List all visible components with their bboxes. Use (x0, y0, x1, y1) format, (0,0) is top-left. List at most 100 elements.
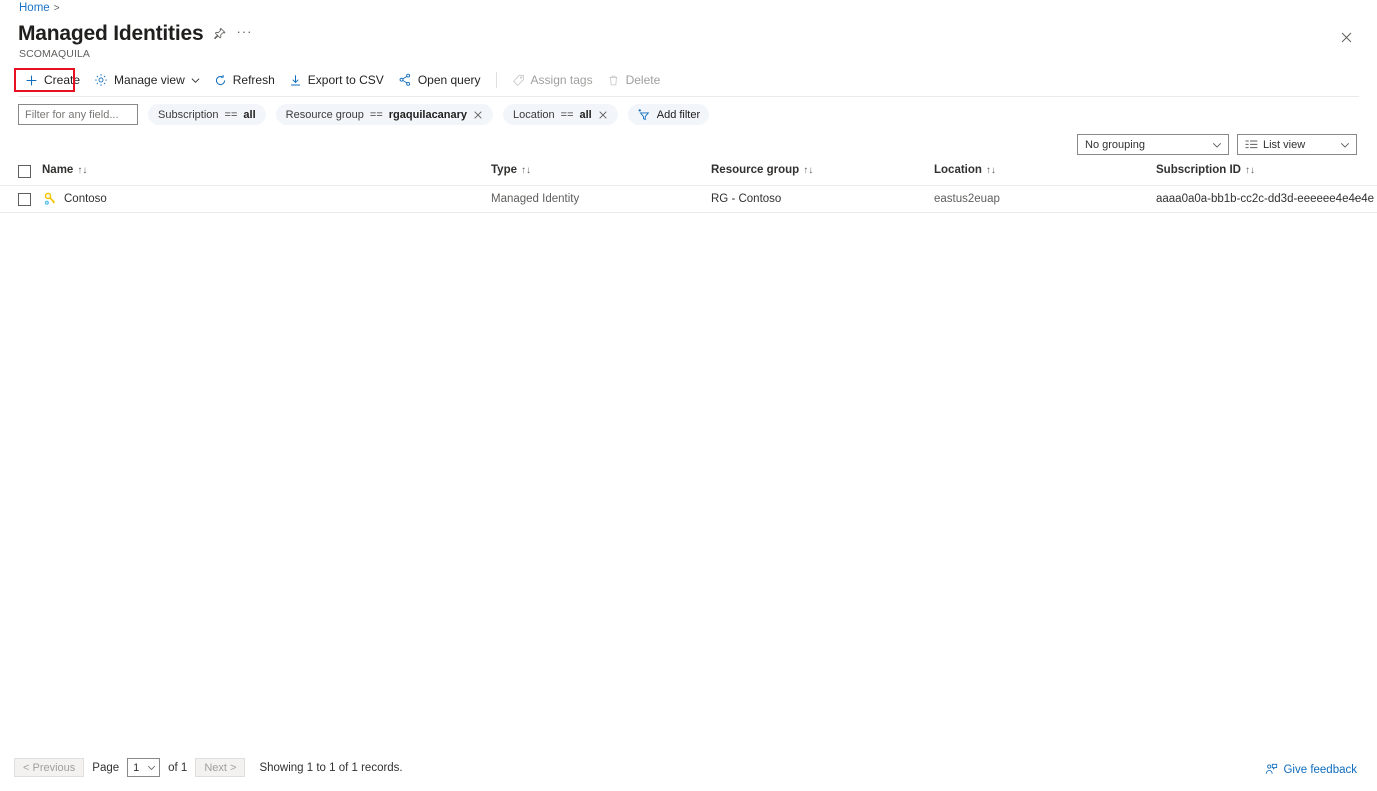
table-row[interactable]: Contoso Managed Identity RG - Contoso ea… (0, 186, 1377, 213)
row-checkbox-cell (18, 192, 42, 206)
assign-tags-button[interactable]: Assign tags (505, 68, 600, 92)
create-button-label: Create (44, 73, 80, 87)
view-controls: No grouping List view (1077, 134, 1357, 155)
export-to-csv-button[interactable]: Export to CSV (282, 68, 391, 92)
sort-icon[interactable]: ↑↓ (1245, 165, 1255, 176)
chevron-down-icon (1212, 140, 1222, 150)
sort-icon[interactable]: ↑↓ (803, 165, 813, 176)
add-filter-button[interactable]: Add filter (628, 104, 709, 125)
pin-icon[interactable] (213, 28, 226, 41)
column-header-location-label: Location (934, 164, 982, 176)
filter-pill-resource-group-value: rgaquilacanary (389, 109, 467, 121)
breadcrumb-separator: > (54, 3, 60, 14)
remove-filter-resource-group-icon[interactable] (473, 110, 483, 120)
command-bar: Create Manage view Refresh Export to CSV… (0, 68, 1377, 92)
query-icon (398, 73, 412, 87)
next-page-button[interactable]: Next > (195, 758, 245, 777)
manage-view-button[interactable]: Manage view (87, 68, 207, 92)
column-header-subscription-id[interactable]: Subscription ID ↑↓ (1156, 164, 1377, 176)
page-number-value: 1 (133, 762, 139, 774)
row-checkbox[interactable] (18, 193, 31, 206)
chevron-down-icon (1340, 140, 1350, 150)
refresh-label: Refresh (233, 73, 275, 87)
column-header-type[interactable]: Type ↑↓ (491, 164, 711, 176)
sort-icon[interactable]: ↑↓ (77, 165, 87, 176)
view-type-select[interactable]: List view (1237, 134, 1357, 155)
delete-label: Delete (626, 73, 661, 87)
breadcrumb: Home > (19, 2, 60, 14)
column-header-resource-group[interactable]: Resource group ↑↓ (711, 164, 934, 176)
filter-pill-location[interactable]: Location == all (503, 104, 618, 125)
cell-subscription-id: aaaa0a0a-bb1b-cc2c-dd3d-eeeeee4e4e4e (1156, 193, 1377, 205)
view-type-select-value: List view (1263, 139, 1305, 151)
remove-filter-location-icon[interactable] (598, 110, 608, 120)
page-subtitle: SCOMAQUILA (19, 48, 90, 60)
select-all-checkbox-cell (18, 164, 42, 178)
give-feedback-label: Give feedback (1283, 764, 1357, 776)
filter-pill-subscription[interactable]: Subscription == all (148, 104, 266, 125)
breadcrumb-item-home[interactable]: Home (19, 2, 50, 14)
cell-name-text[interactable]: Contoso (64, 193, 107, 205)
column-header-subscription-id-label: Subscription ID (1156, 164, 1241, 176)
cell-name: Contoso (42, 192, 491, 207)
records-count-label: Showing 1 to 1 of 1 records. (259, 762, 402, 774)
table-header-row: Name ↑↓ Type ↑↓ Resource group ↑↓ Locati… (0, 164, 1377, 186)
page-header: Managed Identities ··· (18, 22, 252, 46)
filter-pill-location-value: all (580, 109, 592, 121)
filter-pill-subscription-field: Subscription (158, 109, 219, 121)
column-header-name[interactable]: Name ↑↓ (42, 164, 491, 176)
grouping-select-value: No grouping (1085, 139, 1145, 151)
export-to-csv-label: Export to CSV (308, 73, 384, 87)
filter-pill-location-field: Location (513, 109, 555, 121)
filter-pill-location-op: == (561, 109, 574, 121)
open-query-button[interactable]: Open query (391, 68, 488, 92)
sort-icon[interactable]: ↑↓ (986, 165, 996, 176)
feedback-icon (1265, 763, 1278, 776)
gear-icon (94, 73, 108, 87)
filter-pill-subscription-op: == (225, 109, 238, 121)
chevron-down-icon (147, 763, 156, 772)
close-icon[interactable] (1335, 26, 1357, 48)
refresh-icon (214, 74, 227, 87)
column-header-location[interactable]: Location ↑↓ (934, 164, 1156, 176)
header-more-menu-icon[interactable]: ··· (236, 24, 252, 45)
previous-page-button[interactable]: < Previous (14, 758, 84, 777)
column-header-resource-group-label: Resource group (711, 164, 799, 176)
tag-icon (512, 74, 525, 87)
download-icon (289, 74, 302, 87)
column-header-type-label: Type (491, 164, 517, 176)
refresh-button[interactable]: Refresh (207, 68, 282, 92)
filter-bar: Subscription == all Resource group == rg… (18, 104, 709, 125)
add-filter-label: Add filter (657, 109, 700, 121)
delete-button[interactable]: Delete (600, 68, 668, 92)
create-button[interactable]: Create (18, 68, 87, 92)
list-view-icon (1245, 139, 1258, 150)
plus-icon (25, 74, 38, 87)
page-title: Managed Identities (18, 22, 203, 46)
chevron-down-icon (191, 76, 200, 85)
give-feedback-link[interactable]: Give feedback (1265, 763, 1357, 776)
trash-icon (607, 74, 620, 87)
filter-pill-resource-group[interactable]: Resource group == rgaquilacanary (276, 104, 493, 125)
page-number-select[interactable]: 1 (127, 758, 160, 777)
managed-identity-icon (42, 192, 57, 207)
page-label: Page (92, 762, 119, 774)
select-all-checkbox[interactable] (18, 165, 31, 178)
toolbar-bottom-rule (18, 96, 1359, 97)
cell-resource-group: RG - Contoso (711, 193, 934, 205)
manage-view-label: Manage view (114, 73, 185, 87)
search-input[interactable] (18, 104, 138, 125)
sort-icon[interactable]: ↑↓ (521, 165, 531, 176)
filter-pill-resource-group-op: == (370, 109, 383, 121)
assign-tags-label: Assign tags (531, 73, 593, 87)
open-query-label: Open query (418, 73, 481, 87)
cell-location: eastus2euap (934, 193, 1156, 205)
toolbar-divider (496, 72, 497, 88)
resource-table: Name ↑↓ Type ↑↓ Resource group ↑↓ Locati… (0, 164, 1377, 213)
row-context-menu-icon[interactable]: ··· (1353, 192, 1369, 204)
column-header-name-label: Name (42, 164, 73, 176)
pagination-bar: < Previous Page 1 of 1 Next > Showing 1 … (0, 758, 1377, 777)
grouping-select[interactable]: No grouping (1077, 134, 1229, 155)
filter-pill-resource-group-field: Resource group (286, 109, 364, 121)
filter-pill-subscription-value: all (243, 109, 255, 121)
